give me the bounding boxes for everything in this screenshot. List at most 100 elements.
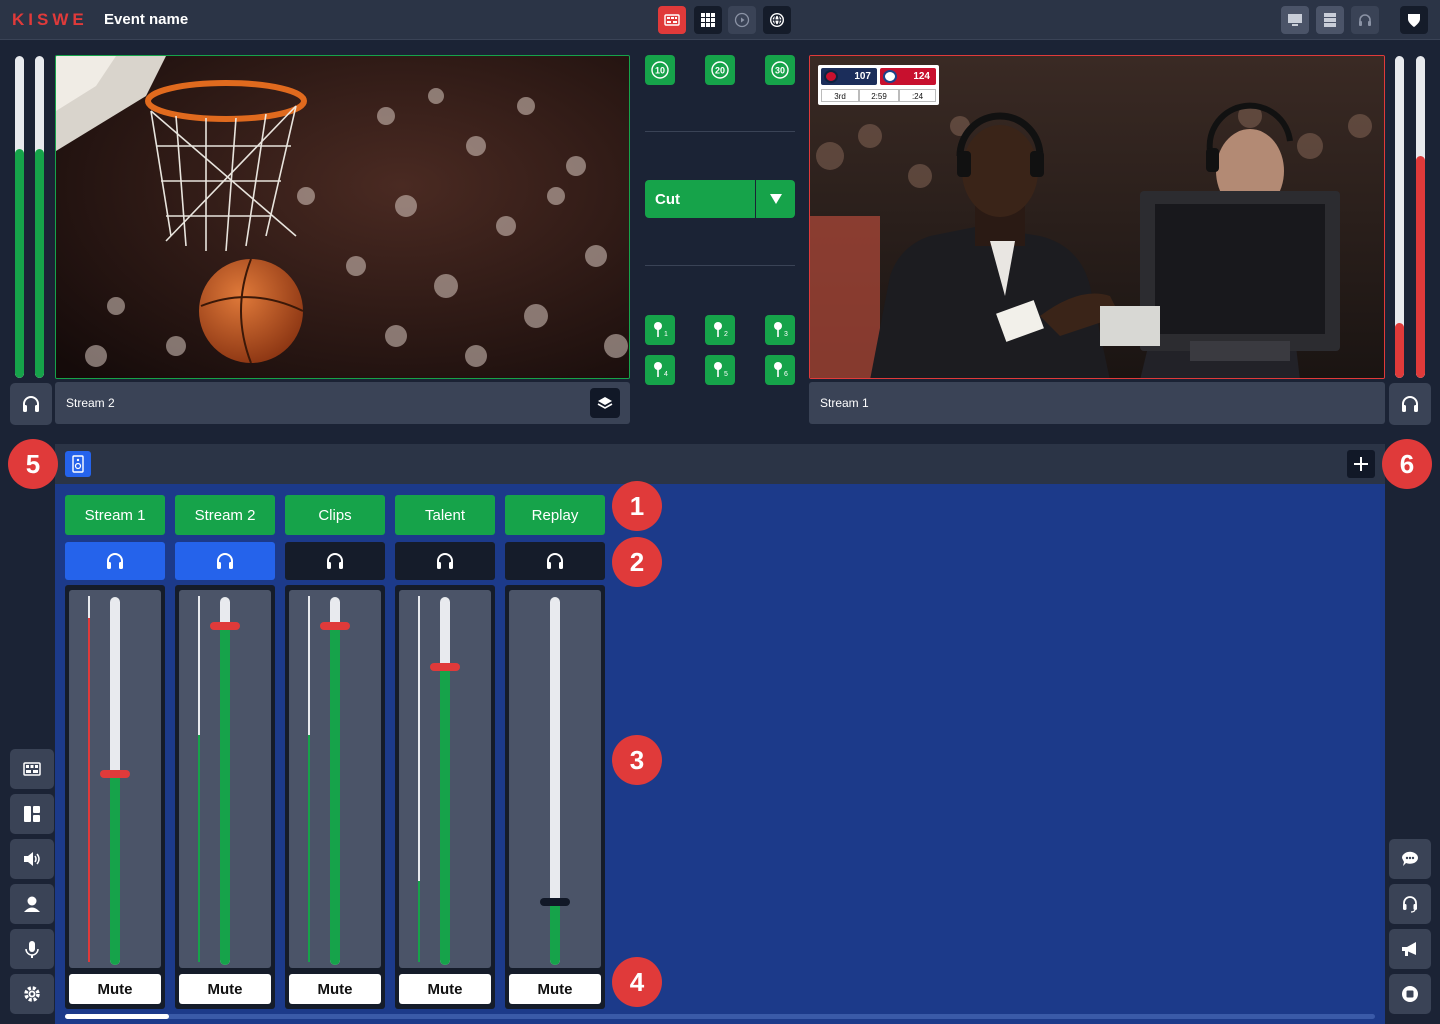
add-plus-icon[interactable]: [1347, 450, 1375, 478]
speaker-icon[interactable]: [65, 451, 91, 477]
multiview-icon[interactable]: [10, 749, 54, 789]
preview-stream-label: Stream 2: [66, 396, 115, 410]
fader-track[interactable]: [440, 597, 450, 965]
mute-button[interactable]: Mute: [289, 974, 381, 1004]
home-team-score: 124: [880, 68, 936, 85]
rewind-10-icon: 10: [651, 61, 669, 79]
replay-icon[interactable]: [728, 6, 756, 34]
fader-level: [110, 774, 120, 965]
channel-listen-headphones-icon[interactable]: [285, 542, 385, 580]
channel-label-button[interactable]: Replay: [505, 495, 605, 535]
event-name: Event name: [104, 11, 189, 28]
settings-gear-icon[interactable]: [10, 974, 54, 1014]
fader-track[interactable]: [110, 597, 120, 965]
skip-back-20-button[interactable]: 20: [705, 55, 735, 85]
channel-level-meter-fill: [308, 735, 310, 962]
fader-track[interactable]: [550, 597, 560, 965]
svg-text:5: 5: [724, 371, 728, 378]
marker-6-button[interactable]: 6: [765, 355, 795, 385]
marker-3-button[interactable]: 3: [765, 315, 795, 345]
callout-marker-2: 2: [612, 537, 662, 587]
microphone-icon[interactable]: [10, 929, 54, 969]
fader-track[interactable]: [330, 597, 340, 965]
preview-caption-bar: Stream 2: [55, 382, 630, 424]
cut-dropdown-chevron-icon[interactable]: [756, 180, 795, 218]
megaphone-icon[interactable]: [1389, 929, 1431, 969]
web-icon[interactable]: [763, 6, 791, 34]
record-stop-icon[interactable]: [1389, 974, 1431, 1014]
grid-icon[interactable]: [694, 6, 722, 34]
rewind-30-icon: 30: [771, 61, 789, 79]
channel-listen-headphones-icon[interactable]: [175, 542, 275, 580]
program-caption-bar: Stream 1: [809, 382, 1385, 424]
marker-2-button[interactable]: 2: [705, 315, 735, 345]
shield-icon[interactable]: [1400, 6, 1428, 34]
fader-panel: [399, 590, 491, 968]
channel-level-meter-fill: [88, 618, 90, 962]
intercom-headset-icon[interactable]: [1389, 884, 1431, 924]
mixer-header: [55, 444, 1385, 484]
mixer-scrollbar-track[interactable]: [65, 1014, 1375, 1019]
svg-text:30: 30: [775, 66, 785, 76]
program-listen-headphones-icon[interactable]: [1389, 383, 1431, 425]
fader-track[interactable]: [220, 597, 230, 965]
fader-level: [550, 902, 560, 965]
channel-label-button[interactable]: Talent: [395, 495, 495, 535]
channel-strip: Mute: [505, 585, 605, 1009]
cut-button[interactable]: Cut: [645, 180, 755, 218]
marker-1-button[interactable]: 1: [645, 315, 675, 345]
rewind-20-icon: 20: [711, 61, 729, 79]
skip-back-30-button[interactable]: 30: [765, 55, 795, 85]
game-clock: 2:59: [859, 89, 899, 102]
layout-icon[interactable]: [10, 794, 54, 834]
marker-5-button[interactable]: 5: [705, 355, 735, 385]
marker-4-button[interactable]: 4: [645, 355, 675, 385]
divider: [645, 265, 795, 266]
svg-text:2: 2: [724, 331, 728, 338]
divider: [645, 131, 795, 132]
kiswe-logo: KISWE: [12, 10, 88, 29]
layers-icon[interactable]: [590, 388, 620, 418]
fader-handle[interactable]: [210, 622, 240, 630]
multiview-icon[interactable]: [658, 6, 686, 34]
program-vu-right: [1416, 56, 1425, 378]
callout-marker-3: 3: [612, 735, 662, 785]
channel-listen-headphones-icon[interactable]: [505, 542, 605, 580]
channel-label-button[interactable]: Stream 2: [175, 495, 275, 535]
fader-panel: [509, 590, 601, 968]
mute-button[interactable]: Mute: [179, 974, 271, 1004]
channel-label-button[interactable]: Stream 1: [65, 495, 165, 535]
talent-person-icon[interactable]: [10, 884, 54, 924]
server-icon[interactable]: [1316, 6, 1344, 34]
svg-text:10: 10: [655, 66, 665, 76]
period: 3rd: [821, 89, 859, 102]
channel-strip: Mute: [65, 585, 165, 1009]
channel-listen-headphones-icon[interactable]: [65, 542, 165, 580]
channel-listen-headphones-icon[interactable]: [395, 542, 495, 580]
fader-handle[interactable]: [320, 622, 350, 630]
chat-icon[interactable]: [1389, 839, 1431, 879]
top-bar: KISWE Event name: [0, 0, 1440, 40]
headset-icon[interactable]: [1351, 6, 1379, 34]
fader-handle[interactable]: [100, 770, 130, 778]
fader-level: [220, 626, 230, 965]
fader-panel: [179, 590, 271, 968]
channel-strip: Mute: [395, 585, 495, 1009]
preview-listen-headphones-icon[interactable]: [10, 383, 52, 425]
skip-back-10-button[interactable]: 10: [645, 55, 675, 85]
monitor-icon[interactable]: [1281, 6, 1309, 34]
fader-handle[interactable]: [430, 663, 460, 671]
mixer-scrollbar-thumb[interactable]: [65, 1014, 169, 1019]
channel-label-button[interactable]: Clips: [285, 495, 385, 535]
mute-button[interactable]: Mute: [69, 974, 161, 1004]
svg-text:20: 20: [715, 66, 725, 76]
audio-speaker-icon[interactable]: [10, 839, 54, 879]
mute-button[interactable]: Mute: [399, 974, 491, 1004]
preview-vu-right: [35, 56, 44, 378]
fader-panel: [289, 590, 381, 968]
mute-button[interactable]: Mute: [509, 974, 601, 1004]
callout-marker-5: 5: [8, 439, 58, 489]
fader-handle[interactable]: [540, 898, 570, 906]
home-team-logo-icon: [883, 70, 897, 83]
preview-video[interactable]: [55, 55, 630, 379]
